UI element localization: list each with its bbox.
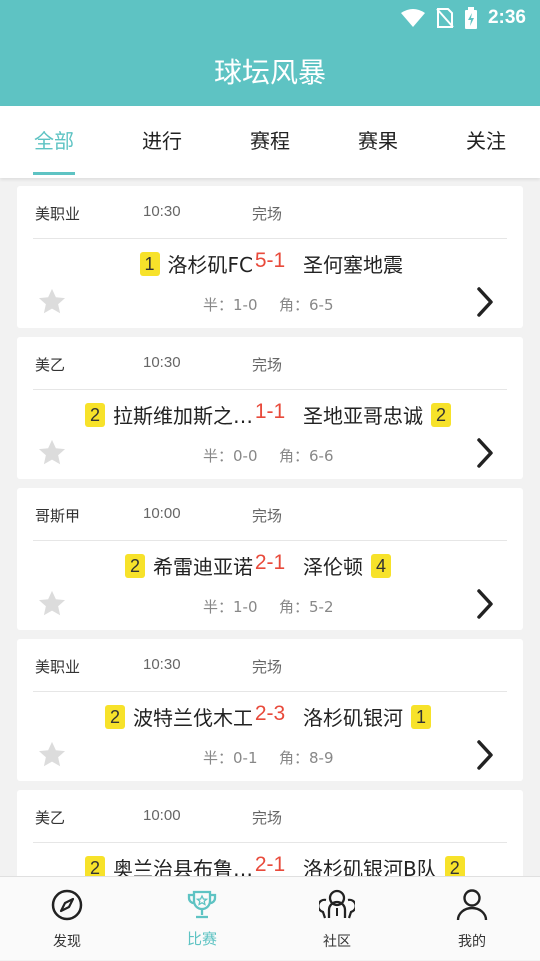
match-status: 完场 (252, 507, 283, 525)
match-card[interactable]: 美乙 10:30 完场 2 拉斯维加斯之… 1-1 圣地亚哥忠诚 2 半：0-0… (17, 337, 523, 479)
home-rank-badge: 2 (125, 553, 145, 578)
tab-results[interactable]: 赛果 (358, 106, 398, 178)
match-status: 完场 (252, 809, 283, 827)
divider (33, 842, 507, 843)
home-team-name: 拉斯维加斯之… (113, 404, 253, 428)
home-team-name: 波特兰伐木工 (133, 706, 253, 730)
half-time-score: 半：0-0 (203, 447, 258, 465)
match-score: 2-3 (254, 702, 286, 725)
trophy-icon (185, 877, 219, 926)
match-card[interactable]: 哥斯甲 10:00 完场 2 希雷迪亚诺 2-1 泽伦顿 4 半：1-0 角：5… (17, 488, 523, 630)
league-name: 美职业 (35, 658, 81, 676)
nav-community-label: 社区 (323, 934, 351, 950)
divider (33, 691, 507, 692)
league-name: 美乙 (35, 809, 66, 827)
star-icon[interactable] (37, 438, 67, 472)
tab-live[interactable]: 进行 (142, 106, 182, 178)
away-team: 泽伦顿 4 (303, 551, 391, 580)
app-header: 球坛风暴 (0, 36, 540, 106)
away-rank-badge: 1 (411, 704, 431, 729)
away-team-name: 洛杉矶银河 (303, 706, 403, 730)
home-rank-badge: 2 (105, 704, 125, 729)
match-time: 10:30 (143, 354, 181, 371)
chevron-right-icon[interactable] (475, 587, 497, 625)
tab-all[interactable]: 全部 (34, 106, 74, 178)
match-time: 10:30 (143, 656, 181, 673)
home-team: 2 波特兰伐木工 (105, 702, 253, 731)
home-team-name: 希雷迪亚诺 (153, 555, 253, 579)
page-title: 球坛风暴 (213, 56, 326, 89)
community-icon (317, 877, 357, 926)
chevron-right-icon[interactable] (475, 285, 497, 323)
away-team-name: 泽伦顿 (303, 555, 363, 579)
league-name: 美乙 (35, 356, 66, 374)
away-team-name: 圣何塞地震 (303, 253, 403, 277)
nav-matches[interactable]: 比赛 (157, 877, 247, 961)
match-status: 完场 (252, 356, 283, 374)
league-name: 美职业 (35, 205, 81, 223)
divider (33, 540, 507, 541)
tab-bar: 全部 进行 赛程 赛果 关注 (0, 106, 540, 178)
match-status: 完场 (252, 658, 283, 676)
corner-count: 角：5-2 (279, 598, 334, 616)
league-name: 哥斯甲 (35, 507, 81, 525)
away-rank-badge: 4 (371, 553, 391, 578)
tab-following[interactable]: 关注 (466, 106, 506, 178)
nav-discover-label: 发现 (53, 934, 81, 950)
nav-community[interactable]: 社区 (292, 877, 382, 961)
home-team: 2 希雷迪亚诺 (125, 551, 253, 580)
away-team: 洛杉矶银河 1 (303, 702, 431, 731)
home-rank-badge: 1 (139, 251, 160, 276)
status-time: 2:36 (487, 7, 526, 28)
nav-matches-label: 比赛 (186, 930, 217, 948)
home-team-name: 洛杉矶FC (167, 253, 253, 277)
no-sim-icon (436, 7, 454, 29)
bottom-nav: 发现 比赛 社区 我的 (0, 876, 540, 960)
corner-count: 角：8-9 (279, 749, 334, 767)
match-status: 完场 (252, 205, 283, 223)
chevron-right-icon[interactable] (475, 436, 497, 474)
match-card[interactable]: 美职业 10:30 完场 1 洛杉矶FC 5-1 圣何塞地震 半：1-0 角：6… (17, 186, 523, 328)
compass-icon (50, 877, 84, 926)
home-rank-badge: 2 (85, 402, 105, 427)
battery-icon (464, 7, 478, 29)
active-tab-indicator (33, 172, 75, 175)
away-team: 圣何塞地震 (303, 249, 403, 278)
match-score: 1-1 (254, 400, 286, 423)
match-score: 2-1 (254, 853, 286, 876)
away-team-name: 圣地亚哥忠诚 (303, 404, 423, 428)
divider (33, 238, 507, 239)
star-icon[interactable] (37, 589, 67, 623)
chevron-right-icon[interactable] (475, 738, 497, 776)
tab-schedule[interactable]: 赛程 (250, 106, 290, 178)
star-icon[interactable] (37, 287, 67, 321)
star-icon[interactable] (37, 740, 67, 774)
match-time: 10:00 (143, 807, 181, 824)
status-bar: 2:36 (0, 0, 540, 36)
half-time-score: 半：0-1 (203, 749, 258, 767)
home-team: 2 拉斯维加斯之… (85, 400, 253, 429)
match-score: 5-1 (254, 249, 286, 272)
match-card[interactable]: 美职业 10:30 完场 2 波特兰伐木工 2-3 洛杉矶银河 1 半：0-1 … (17, 639, 523, 781)
match-score: 2-1 (254, 551, 286, 574)
corner-count: 角：6-5 (279, 296, 334, 314)
person-icon (455, 877, 489, 926)
corner-count: 角：6-6 (279, 447, 334, 465)
away-rank-badge: 2 (431, 402, 451, 427)
match-time: 10:30 (143, 203, 181, 220)
away-team: 圣地亚哥忠诚 2 (303, 400, 451, 429)
nav-profile-label: 我的 (458, 934, 486, 950)
half-time-score: 半：1-0 (203, 296, 258, 314)
wifi-icon (400, 8, 426, 28)
home-team: 1 洛杉矶FC (139, 249, 253, 278)
nav-discover[interactable]: 发现 (22, 877, 112, 961)
divider (33, 389, 507, 390)
half-time-score: 半：1-0 (203, 598, 258, 616)
match-time: 10:00 (143, 505, 181, 522)
nav-profile[interactable]: 我的 (427, 877, 517, 961)
